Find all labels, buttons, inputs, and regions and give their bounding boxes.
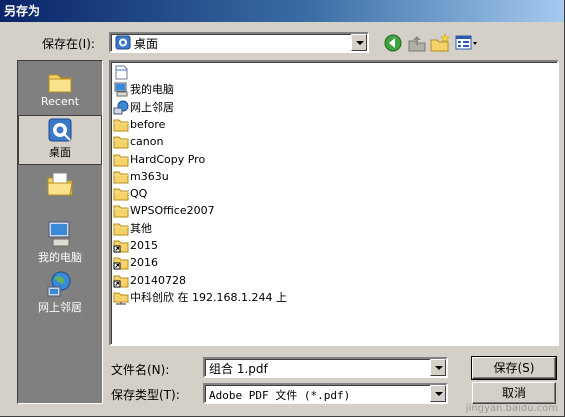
place-recent[interactable]: Recent [18,67,102,117]
file-name: 网上邻居 [130,100,174,114]
file-name: QQ [130,187,148,201]
up-folder-icon[interactable] [407,33,427,53]
title-bar[interactable]: 另存为 [0,0,564,22]
filetype-label: 保存类型(T): [111,388,180,402]
folder-icon [113,154,129,166]
desktop-small-icon [115,35,131,50]
place-desktop[interactable]: 桌面 [18,115,102,165]
filetype-dropdown[interactable]: Adobe PDF 文件 (*.pdf) [203,383,448,404]
filetype-value: Adobe PDF 文件 (*.pdf) [209,389,351,402]
folder-shortcut-icon [113,240,129,253]
filename-dropdown-arrow[interactable] [430,359,446,376]
recent-icon [48,74,72,93]
views-menu-icon[interactable] [455,33,479,53]
filename-label: 文件名(N): [111,363,170,377]
file-name: 2015 [130,239,158,252]
folder-icon [113,223,129,236]
save-in-dropdown[interactable]: 桌面 [109,32,369,53]
save-in-label: 保存在(I): [42,37,95,51]
save-as-dialog: 另存为 保存在(I): 桌面 Recent 桌面 我的电脑 网上邻居 我的电脑 … [0,0,565,417]
folder-icon [113,119,129,132]
file-name: m363u [130,169,169,183]
save-in-value: 桌面 [134,37,159,51]
place-label: 桌面 [49,146,71,159]
place-my-documents[interactable] [18,169,102,215]
save-button[interactable]: 保存(S) [471,356,557,380]
file-name: 我的电脑 [130,83,174,97]
file-name: 中科创欣 在 192.168.1.244 上 [130,290,287,304]
file-name: WPSOffice2007 [130,204,215,218]
file-list[interactable]: 我的电脑网上邻居 before canon HardCopy Pro m363u QQ WP… [109,60,559,346]
folder-shortcut-icon [113,257,129,270]
save-in-dropdown-arrow[interactable] [351,34,367,51]
computer-icon [114,82,128,97]
place-label: Recent [40,95,80,108]
folder-icon [113,136,129,149]
my-computer-icon [48,221,70,247]
place-label: 网上邻居 [38,301,82,314]
cancel-button[interactable]: 取消 [472,382,556,404]
file-name: 2016 [130,256,158,270]
place-my-computer[interactable]: 我的电脑 [18,219,102,265]
folder-icon [113,188,129,201]
file-name: 20140728 [130,273,186,287]
back-arrow-icon[interactable] [383,33,403,53]
folder-icon [113,205,129,218]
window-title: 另存为 [4,4,41,18]
place-network[interactable]: 网上邻居 [18,269,102,315]
folder-icon [113,171,129,184]
place-label: 我的电脑 [38,251,82,264]
file-name: 其他 [130,221,152,235]
file-name: canon [130,135,164,149]
file-name: HardCopy Pro [130,152,206,166]
my-documents-icon [47,172,73,196]
folder-shortcut-icon [113,275,129,288]
document-icon [115,65,128,80]
places-bar: Recent 桌面 我的电脑 网上邻居 [17,60,103,404]
new-folder-icon[interactable] [430,33,450,53]
filename-input[interactable]: 组合 1.pdf [203,357,448,378]
file-name: before [130,117,166,131]
network-folder-icon [113,292,129,305]
watermark: jingyan.baidu.com [465,403,558,414]
network-icon [113,100,129,115]
filename-value: 组合 1.pdf [209,362,268,376]
desktop-icon [48,118,72,142]
network-places-icon [47,271,71,297]
filetype-dropdown-arrow[interactable] [430,385,446,402]
